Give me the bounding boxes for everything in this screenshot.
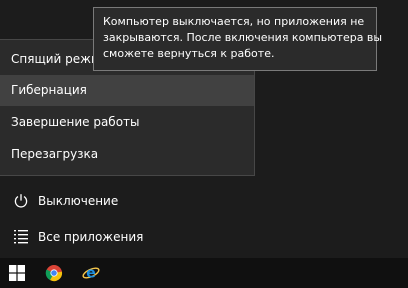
all-apps-label: Все приложения xyxy=(38,230,144,244)
all-apps-list-icon xyxy=(13,229,29,245)
power-button[interactable]: Выключение xyxy=(0,183,255,219)
tooltip-line: Компьютер выключается, но приложения не xyxy=(103,15,365,28)
menu-item-hibernate[interactable]: Гибернация xyxy=(0,75,254,106)
taskbar-chrome-button[interactable] xyxy=(37,258,71,288)
internet-explorer-icon: e xyxy=(82,266,100,282)
windows-start-icon xyxy=(9,265,25,281)
hibernate-tooltip: Компьютер выключается, но приложения не … xyxy=(93,7,383,71)
taskbar-ie-button[interactable]: e xyxy=(74,258,108,288)
start-button[interactable] xyxy=(0,258,34,288)
taskbar: e xyxy=(0,258,408,288)
all-apps-button[interactable]: Все приложения xyxy=(0,219,255,255)
svg-text:e: e xyxy=(86,266,96,282)
power-button-label: Выключение xyxy=(38,194,119,208)
tooltip-line: закрываются. После включения компьютера … xyxy=(103,31,383,44)
menu-item-restart[interactable]: Перезагрузка xyxy=(0,139,254,170)
tooltip-line: сможете вернуться к работе. xyxy=(103,47,275,60)
menu-item-shutdown[interactable]: Завершение работы xyxy=(0,107,254,138)
chrome-icon xyxy=(45,265,63,282)
power-icon xyxy=(13,193,29,209)
